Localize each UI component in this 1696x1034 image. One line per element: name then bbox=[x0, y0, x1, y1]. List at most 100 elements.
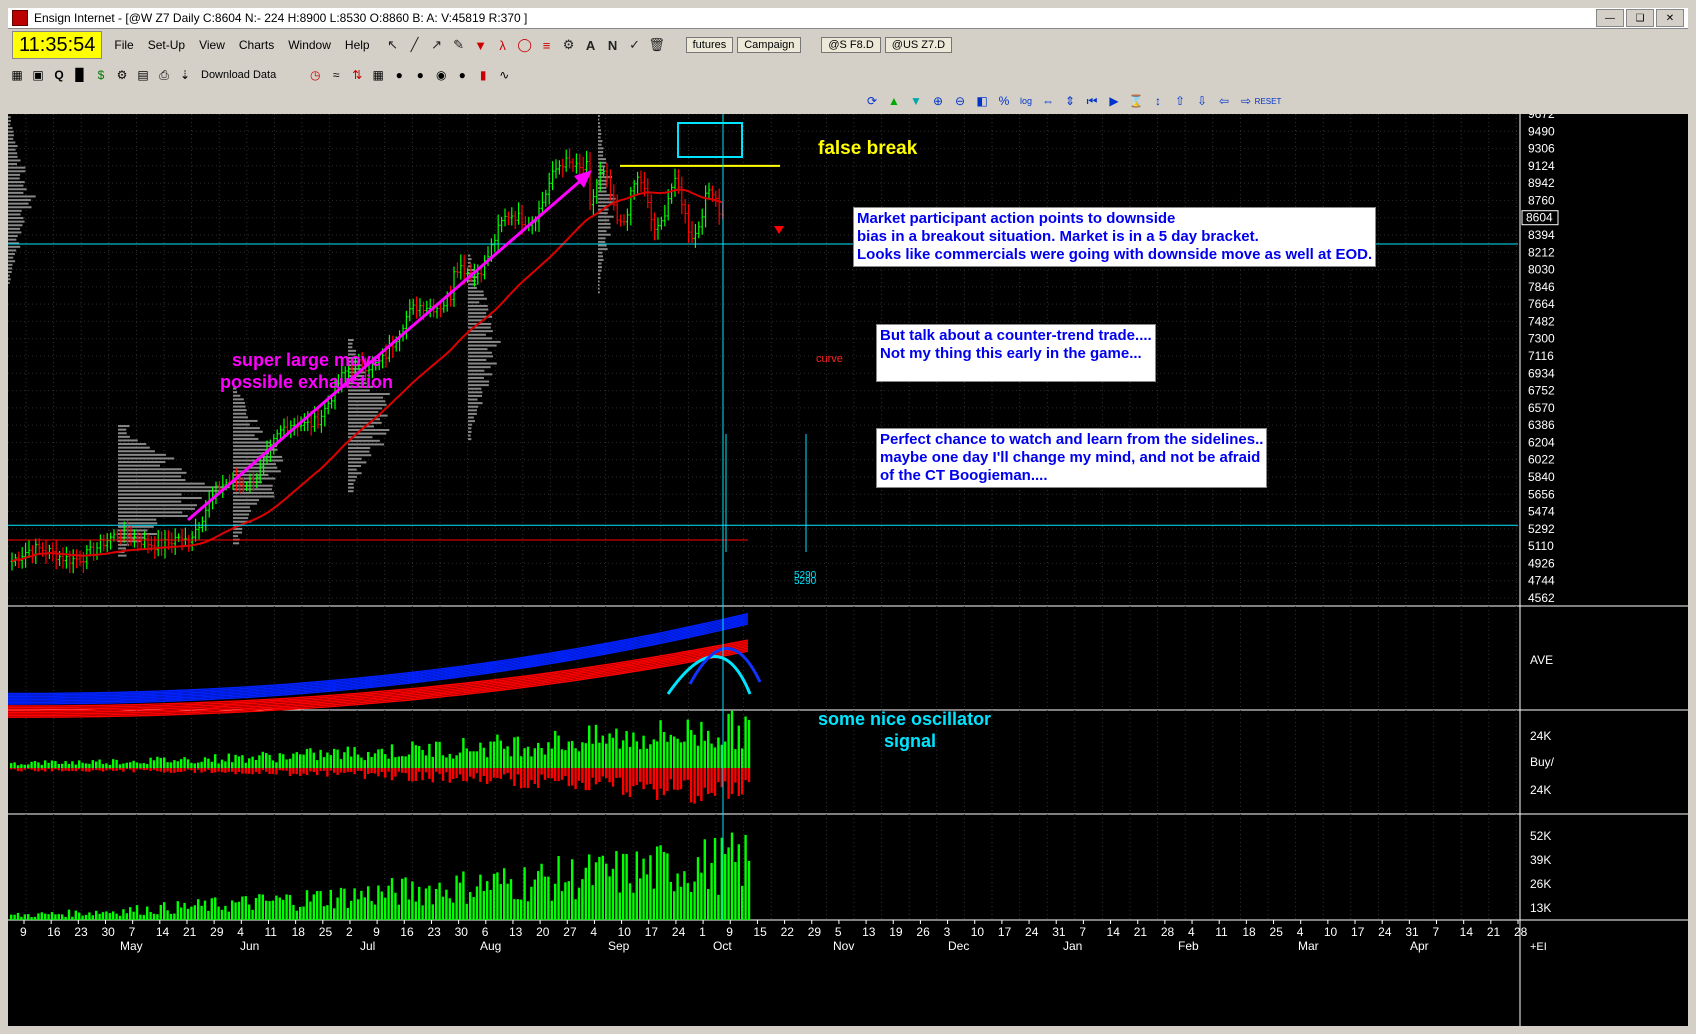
volume-bar bbox=[441, 896, 445, 920]
volume-bar bbox=[455, 875, 458, 920]
lock2-icon[interactable]: ● bbox=[411, 66, 429, 84]
sell-bar bbox=[44, 768, 47, 772]
zoom-out-icon[interactable]: ⊖ bbox=[951, 92, 969, 110]
chart-type-icon[interactable]: ▦ bbox=[8, 66, 26, 84]
dollar-icon[interactable]: $ bbox=[92, 66, 110, 84]
volume-bar bbox=[210, 898, 213, 920]
page-icon[interactable]: ▤ bbox=[134, 66, 152, 84]
volume-bar bbox=[462, 871, 465, 920]
menu-charts[interactable]: Charts bbox=[239, 38, 274, 52]
profile-bar bbox=[468, 391, 483, 394]
lock-icon[interactable]: ● bbox=[390, 66, 408, 84]
trash-icon[interactable]: 🗑 bbox=[648, 36, 666, 54]
profile-bar bbox=[8, 249, 17, 252]
sell-bar bbox=[115, 768, 118, 771]
volume-bar bbox=[166, 910, 169, 920]
menu-help[interactable]: Help bbox=[345, 38, 370, 52]
date-tick-label: 21 bbox=[183, 925, 197, 939]
wave-icon[interactable]: ≈ bbox=[327, 66, 345, 84]
volume-bar bbox=[186, 908, 190, 920]
buy-sell-axis-label: 24K bbox=[1530, 783, 1551, 797]
buy-bar bbox=[625, 731, 628, 768]
compass-icon[interactable]: ◉ bbox=[432, 66, 450, 84]
line-tool-icon[interactable]: ╱ bbox=[406, 36, 424, 54]
profile-bar bbox=[8, 271, 12, 274]
pencil-icon[interactable]: ✎ bbox=[450, 36, 468, 54]
volume-bar bbox=[312, 894, 315, 920]
studies-icon[interactable]: ⚙ bbox=[113, 66, 131, 84]
download-icon[interactable]: ⇣ bbox=[176, 66, 194, 84]
arrow-left-icon[interactable]: ⇦ bbox=[1215, 92, 1233, 110]
print-icon[interactable]: ⎙ bbox=[155, 66, 173, 84]
marker-icon[interactable]: ▼ bbox=[472, 36, 490, 54]
profile-bar bbox=[468, 398, 478, 401]
arrow-up-icon[interactable]: ⇧ bbox=[1171, 92, 1189, 110]
text-tool-icon[interactable]: A bbox=[582, 36, 600, 54]
close-button[interactable]: ✕ bbox=[1656, 9, 1684, 27]
triangle-down-icon[interactable]: ▼ bbox=[907, 92, 925, 110]
menu-setup[interactable]: Set-Up bbox=[148, 38, 185, 52]
buy-bar bbox=[217, 763, 220, 768]
volume-bar bbox=[98, 913, 101, 920]
tab-futures[interactable]: futures bbox=[685, 37, 734, 53]
buy-bar bbox=[10, 763, 13, 768]
grid-tool-icon[interactable]: ≡ bbox=[538, 36, 556, 54]
gear-icon[interactable]: ⚙ bbox=[560, 36, 578, 54]
first-icon[interactable]: ⏮ bbox=[1083, 92, 1101, 110]
triangle-up-icon[interactable]: ▲ bbox=[885, 92, 903, 110]
bars-icon[interactable]: ▣ bbox=[29, 66, 47, 84]
refresh-icon[interactable]: ⟳ bbox=[863, 92, 881, 110]
clock-icon[interactable]: ◷ bbox=[306, 66, 324, 84]
circle-tool-icon[interactable]: ◯ bbox=[516, 36, 534, 54]
arrow-down-icon[interactable]: ⇩ bbox=[1193, 92, 1211, 110]
arrow-right-icon[interactable]: ⇨ bbox=[1237, 92, 1255, 110]
volume-axis-label: 13K bbox=[1530, 901, 1551, 915]
eraser-icon[interactable]: ✓ bbox=[626, 36, 644, 54]
profile-bar bbox=[598, 280, 600, 283]
tab-usz7[interactable]: @US Z7.D bbox=[884, 37, 953, 53]
expand-icon[interactable]: ⇕ bbox=[1061, 92, 1079, 110]
zoom-fit-icon[interactable]: ◧ bbox=[973, 92, 991, 110]
price-tick-label: 7116 bbox=[1528, 349, 1554, 363]
volume-bar bbox=[683, 871, 686, 920]
note-tool-icon[interactable]: N bbox=[604, 36, 622, 54]
hourglass-icon[interactable]: ⌛ bbox=[1127, 92, 1145, 110]
profile-bar bbox=[598, 240, 606, 243]
zoom-in-icon[interactable]: ⊕ bbox=[929, 92, 947, 110]
volume-bar bbox=[533, 879, 536, 920]
restore-button[interactable]: ❑ bbox=[1626, 9, 1654, 27]
log-icon[interactable]: log bbox=[1017, 92, 1035, 110]
chart-area[interactable]: 9672949093069124894287608604839482128030… bbox=[8, 114, 1688, 1026]
pointer-icon[interactable]: ↖ bbox=[384, 36, 402, 54]
volume-bar bbox=[292, 904, 295, 920]
download-data-button[interactable]: Download Data bbox=[201, 69, 276, 81]
reset-icon[interactable]: RESET bbox=[1255, 92, 1282, 110]
tab-campaign[interactable]: Campaign bbox=[737, 37, 802, 53]
barchart-icon[interactable]: ▉ bbox=[71, 66, 89, 84]
quote-icon[interactable]: Q bbox=[50, 66, 68, 84]
dot-icon[interactable]: ● bbox=[453, 66, 471, 84]
sell-bar bbox=[305, 768, 309, 776]
menu-file[interactable]: File bbox=[114, 38, 133, 52]
buy-bar bbox=[696, 745, 700, 768]
tab-sf8[interactable]: @S F8.D bbox=[821, 37, 881, 53]
profile-bar bbox=[8, 267, 13, 270]
vertical-icon[interactable]: ↕ bbox=[1149, 92, 1167, 110]
compress-icon[interactable]: ⇔ bbox=[1039, 92, 1057, 110]
fib-icon[interactable]: λ bbox=[494, 36, 512, 54]
percent-icon[interactable]: % bbox=[995, 92, 1013, 110]
menu-window[interactable]: Window bbox=[288, 38, 331, 52]
date-tick-label: 30 bbox=[101, 925, 115, 939]
trend-tool-icon[interactable]: ↗ bbox=[428, 36, 446, 54]
candle-icon[interactable]: ▮ bbox=[474, 66, 492, 84]
minimize-button[interactable]: — bbox=[1596, 9, 1624, 27]
menu-view[interactable]: View bbox=[199, 38, 225, 52]
updown-icon[interactable]: ⇅ bbox=[348, 66, 366, 84]
profile-bar bbox=[118, 475, 182, 478]
profile-bar bbox=[598, 219, 610, 222]
grid-icon[interactable]: ▦ bbox=[369, 66, 387, 84]
play-icon[interactable]: ▶ bbox=[1105, 92, 1123, 110]
line-icon[interactable]: ∿ bbox=[495, 66, 513, 84]
profile-bar bbox=[8, 199, 31, 202]
volume-bar bbox=[367, 886, 370, 920]
